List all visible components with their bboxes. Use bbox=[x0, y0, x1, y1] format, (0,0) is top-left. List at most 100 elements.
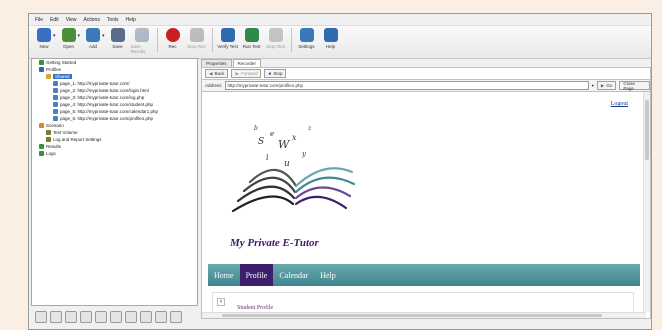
tree-item[interactable]: page_4: http://myprivate-tutor.com/stude… bbox=[32, 101, 197, 108]
settings-button[interactable]: Settings bbox=[296, 28, 318, 49]
toolbar-label: Stop Rec bbox=[187, 44, 206, 49]
nav-calendar[interactable]: Calendar bbox=[273, 264, 314, 286]
save-results-button[interactable]: Save Results bbox=[131, 28, 153, 54]
flag-icon bbox=[39, 60, 44, 65]
run-test-button[interactable]: Run Test bbox=[241, 28, 263, 49]
toolbar: New ▾ Open ▾ Add ▾ Save Save Results Rec Stop Rec… bbox=[29, 26, 651, 59]
svg-text:y: y bbox=[301, 150, 307, 158]
toolbar-label: Run Test bbox=[242, 44, 261, 49]
vertical-scroll-thumb[interactable] bbox=[645, 100, 649, 160]
stop-button[interactable]: ■ Stop bbox=[264, 69, 287, 78]
tree-item[interactable]: page_6: http://myprivate-tutor.com/profi… bbox=[32, 115, 197, 122]
go-button[interactable]: ▶ Go bbox=[596, 81, 617, 90]
nav-profile[interactable]: Profile bbox=[239, 264, 274, 286]
page-icon bbox=[53, 95, 58, 100]
svg-text:W: W bbox=[278, 138, 291, 151]
menu-view[interactable]: View bbox=[66, 17, 77, 23]
run-test-icon bbox=[244, 28, 259, 42]
tree-item-label: Scenario bbox=[46, 123, 64, 128]
tree-item-label: page_5: http://myprivate-tutor.com/calen… bbox=[60, 109, 159, 114]
menu-file[interactable]: File bbox=[35, 17, 43, 23]
tree-tool-button[interactable] bbox=[80, 311, 92, 323]
tree-tool-button[interactable] bbox=[170, 311, 182, 323]
verify-test-button[interactable]: Verify Test bbox=[217, 28, 239, 49]
logout-link[interactable]: Logout bbox=[611, 101, 628, 107]
tree-item-label: Log and Report Settings bbox=[53, 137, 102, 142]
open-button[interactable]: Open bbox=[58, 28, 80, 49]
tree-tool-button[interactable] bbox=[95, 311, 107, 323]
tree-item-label: Profiles bbox=[46, 67, 62, 72]
forward-button[interactable]: ▶ Forward bbox=[231, 69, 262, 78]
tree-item[interactable]: Profiles bbox=[32, 66, 197, 73]
settings-icon bbox=[299, 28, 314, 42]
recorder-panel: Properties Recorder ◀ Back ▶ Forward ■ Stop… bbox=[201, 58, 651, 328]
tree-item[interactable]: page_5: http://myprivate-tutor.com/calen… bbox=[32, 108, 197, 115]
tree-tool-button[interactable] bbox=[35, 311, 47, 323]
address-dropdown-icon[interactable]: ▾ bbox=[592, 83, 594, 89]
menu-tools[interactable]: Tools bbox=[107, 17, 119, 23]
vertical-scrollbar[interactable] bbox=[643, 92, 650, 312]
help-button[interactable]: Help bbox=[320, 28, 342, 49]
toolbar-label: Open bbox=[63, 44, 75, 49]
menu-help[interactable]: Help bbox=[126, 17, 136, 23]
page-icon bbox=[53, 81, 58, 86]
tree-tool-button[interactable] bbox=[140, 311, 152, 323]
menu-actions[interactable]: Actions bbox=[83, 17, 99, 23]
toolbar-label: Verify Test bbox=[217, 44, 238, 49]
tree-item[interactable]: Log and Report Settings bbox=[32, 136, 197, 143]
test-volume-icon bbox=[46, 130, 51, 135]
stop-rec-button[interactable]: Stop Rec bbox=[186, 28, 208, 49]
tree-item[interactable]: Shared bbox=[32, 73, 197, 80]
svg-text:x: x bbox=[292, 133, 297, 142]
open-icon bbox=[61, 28, 76, 42]
tab-properties[interactable]: Properties bbox=[201, 59, 232, 67]
nav-help[interactable]: Help bbox=[314, 264, 342, 286]
dropdown-caret-icon[interactable]: ▾ bbox=[78, 33, 81, 39]
dropdown-caret-icon[interactable]: ▾ bbox=[102, 33, 105, 39]
tab-recorder[interactable]: Recorder bbox=[232, 59, 262, 67]
toolbar-label: Add bbox=[89, 44, 98, 49]
address-input[interactable]: http://myprivate-tutor.com/profile1.php bbox=[224, 81, 589, 90]
svg-text:i: i bbox=[266, 153, 269, 162]
back-button[interactable]: ◀ Back bbox=[205, 69, 229, 78]
tree-item[interactable]: Logs bbox=[32, 150, 197, 157]
content-title: Student Profile bbox=[237, 305, 274, 311]
tree-item[interactable]: Scenario bbox=[32, 122, 197, 129]
tree-tool-button[interactable] bbox=[125, 311, 137, 323]
tree-item[interactable]: Test Volume bbox=[32, 129, 197, 136]
tree-item-label: page_1: http://myprivate-tutor.com/ bbox=[60, 81, 130, 86]
tree-item-label: Getting Started bbox=[46, 60, 77, 65]
close-page-button[interactable]: Close Page bbox=[619, 81, 650, 91]
tree-item[interactable]: page_2: http://myprivate-tutor.com/login… bbox=[32, 87, 197, 94]
svg-text:S: S bbox=[258, 137, 264, 147]
toolbar-label: Settings bbox=[298, 44, 315, 49]
tree-item[interactable]: page_1: http://myprivate-tutor.com/ bbox=[32, 80, 197, 87]
nav-home[interactable]: Home bbox=[208, 264, 240, 286]
toolbar-label: Stop Test bbox=[266, 44, 285, 49]
toolbar-label: Save Results bbox=[130, 44, 146, 54]
dropdown-caret-icon[interactable]: ▾ bbox=[53, 33, 56, 39]
log-settings-icon bbox=[46, 137, 51, 142]
menu-edit[interactable]: Edit bbox=[50, 17, 59, 23]
tree-item[interactable]: page_3: http://myprivate-tutor.com/log.p… bbox=[32, 94, 197, 101]
web-page: Logout S e W x i u y b z My Private E-Tu… bbox=[208, 94, 640, 318]
horizontal-scroll-thumb[interactable] bbox=[222, 314, 602, 317]
tree-tool-button[interactable] bbox=[155, 311, 167, 323]
project-tree[interactable]: Getting Started Profiles Shared page_1: htt… bbox=[31, 58, 198, 306]
site-nav: Home Profile Calendar Help bbox=[208, 264, 640, 286]
tree-item[interactable]: Getting Started bbox=[32, 59, 197, 66]
horizontal-scrollbar[interactable] bbox=[202, 312, 646, 318]
rec-button[interactable]: Rec bbox=[162, 28, 184, 49]
tree-item[interactable]: Results bbox=[32, 143, 197, 150]
tree-item-label: page_3: http://myprivate-tutor.com/log.p… bbox=[60, 95, 145, 100]
stop-test-button[interactable]: Stop Test bbox=[265, 28, 287, 49]
tree-tool-button[interactable] bbox=[50, 311, 62, 323]
new-button[interactable]: New bbox=[33, 28, 55, 49]
back-arrow-icon: ◀ bbox=[209, 70, 213, 76]
tree-tool-button[interactable] bbox=[110, 311, 122, 323]
tree-tool-button[interactable] bbox=[65, 311, 77, 323]
add-button[interactable]: Add bbox=[82, 28, 104, 49]
results-icon bbox=[39, 144, 44, 149]
save-button[interactable]: Save bbox=[107, 28, 129, 49]
tree-item-label: page_2: http://myprivate-tutor.com/login… bbox=[60, 88, 149, 93]
